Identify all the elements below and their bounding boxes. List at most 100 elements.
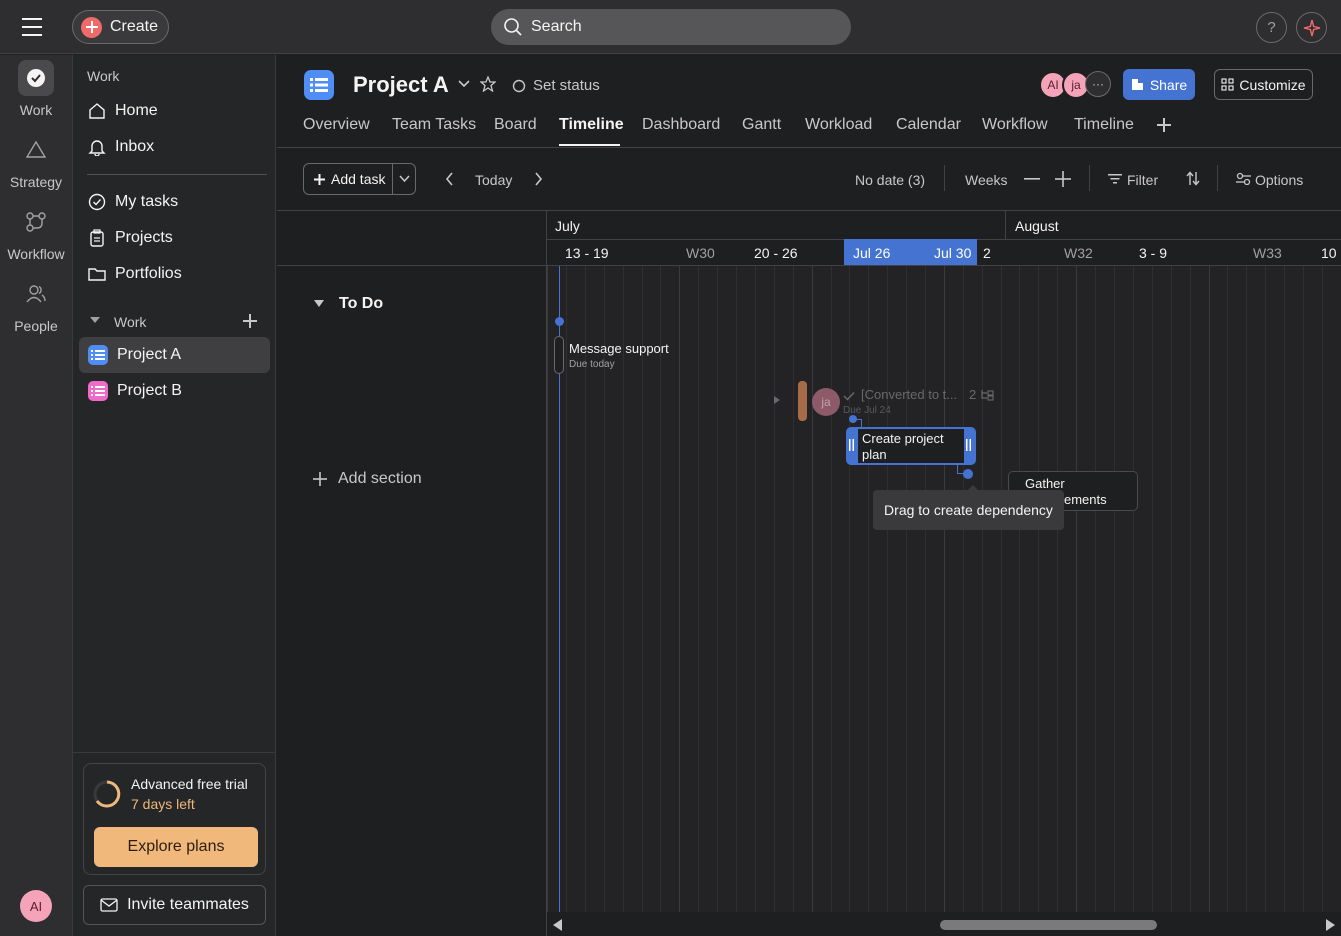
chevron-right-icon[interactable]	[534, 172, 543, 186]
scrollbar-thumb[interactable]	[940, 920, 1157, 930]
plus-icon	[313, 472, 327, 486]
filter-icon[interactable]	[1108, 173, 1122, 185]
add-tab-plus-icon[interactable]	[1156, 117, 1172, 133]
weeks-dropdown[interactable]: Weeks	[965, 172, 1008, 188]
tab-workflow[interactable]: Workflow	[982, 116, 1048, 134]
sidebar-item-inbox[interactable]: Inbox	[79, 129, 270, 165]
share-button[interactable]: Share	[1123, 69, 1195, 100]
tab-gantt[interactable]: Gantt	[742, 116, 781, 134]
resize-handle-icon[interactable]	[966, 439, 972, 451]
ai-sparkle-button[interactable]	[1296, 12, 1327, 43]
tab-board[interactable]: Board	[494, 116, 537, 134]
sidebar-item-label: Projects	[115, 229, 173, 246]
rail-item-people[interactable]: People	[0, 276, 72, 334]
options-button[interactable]: Options	[1255, 172, 1303, 188]
today-dot	[555, 317, 564, 326]
create-button[interactable]: Create	[72, 10, 169, 44]
check-circle-icon	[18, 60, 54, 96]
options-icon[interactable]	[1236, 172, 1251, 185]
task-name[interactable]: [Converted to t...	[861, 387, 957, 402]
day-gridline	[1284, 266, 1285, 936]
help-button[interactable]: ?	[1256, 12, 1287, 43]
search-input[interactable]: Search	[491, 9, 851, 45]
check-circle-icon	[88, 193, 106, 211]
assignee-avatar[interactable]: ja	[812, 388, 840, 416]
section-collapse-caret-icon[interactable]	[313, 299, 325, 308]
trial-title: Advanced free trial	[131, 776, 248, 792]
trial-card: Advanced free trial 7 days left Explore …	[83, 763, 266, 875]
today-button[interactable]: Today	[475, 172, 512, 188]
selected-task-bar[interactable]: Create project plan	[846, 427, 976, 465]
task-bar[interactable]	[798, 381, 807, 421]
hamburger-menu-icon[interactable]	[22, 16, 50, 38]
star-icon[interactable]	[480, 76, 496, 92]
week-label: 2	[983, 245, 991, 261]
expand-caret-icon[interactable]	[773, 395, 781, 405]
toolbar-divider	[1089, 165, 1090, 191]
add-project-plus-icon[interactable]	[243, 314, 257, 328]
invite-teammates-button[interactable]: Invite teammates	[83, 885, 266, 925]
tab-overview[interactable]: Overview	[303, 116, 370, 134]
chevron-left-icon[interactable]	[445, 172, 454, 186]
week-label: 13 - 19	[565, 245, 609, 261]
user-avatar[interactable]: AI	[20, 890, 52, 922]
set-status-button[interactable]: Set status	[512, 77, 600, 94]
sidebar-item-portfolios[interactable]: Portfolios	[79, 256, 270, 292]
collapse-caret-icon[interactable]	[89, 315, 101, 325]
section-title[interactable]: To Do	[339, 295, 383, 313]
sidebar-item-project-b[interactable]: Project B	[79, 373, 270, 409]
sidebar-item-my-tasks[interactable]: My tasks	[79, 184, 270, 220]
day-gridline	[925, 266, 926, 936]
day-gridline	[1001, 266, 1002, 936]
no-date-button[interactable]: No date (3)	[855, 172, 925, 188]
more-members-icon[interactable]: ···	[1085, 71, 1111, 97]
filter-button[interactable]: Filter	[1127, 172, 1158, 188]
sidebar-item-home[interactable]: Home	[79, 93, 270, 129]
resize-handle-icon[interactable]	[849, 439, 855, 451]
sidebar-item-projects[interactable]: Projects	[79, 220, 270, 256]
project-list-icon[interactable]	[304, 70, 334, 100]
check-icon[interactable]	[843, 391, 855, 401]
task-name[interactable]: Message support	[569, 341, 669, 356]
day-gridline	[1209, 266, 1210, 936]
task-name-continued: ements	[1064, 492, 1107, 507]
main-area: Project A Set status AI ja ··· Share Cus…	[277, 55, 1341, 936]
tab-timeline-2[interactable]: Timeline	[1074, 116, 1134, 134]
tab-dashboard[interactable]: Dashboard	[642, 116, 720, 134]
left-rail: Work Strategy Workflow People	[0, 55, 72, 936]
customize-button[interactable]: Customize	[1214, 69, 1313, 100]
scroll-right-arrow-icon[interactable]	[1325, 919, 1335, 931]
sidebar-item-label: Home	[115, 102, 158, 119]
task-bar[interactable]	[554, 336, 564, 374]
tab-calendar[interactable]: Calendar	[896, 116, 961, 134]
project-title[interactable]: Project A	[353, 72, 449, 98]
zoom-in-icon[interactable]	[1055, 171, 1071, 187]
chevron-down-icon[interactable]	[458, 80, 470, 88]
add-task-button[interactable]: Add task	[303, 163, 416, 195]
sidebar-item-label: Project A	[117, 346, 182, 363]
mail-icon	[100, 898, 118, 912]
scroll-left-arrow-icon[interactable]	[553, 919, 563, 931]
header-divider	[277, 147, 1341, 148]
rail-label: People	[14, 318, 58, 334]
range-start-label: Jul 26	[853, 245, 891, 261]
tab-timeline[interactable]: Timeline	[559, 116, 624, 134]
horizontal-scrollbar[interactable]	[547, 912, 1341, 936]
explore-plans-button[interactable]: Explore plans	[94, 827, 258, 867]
day-gridline	[793, 266, 794, 936]
add-section-button[interactable]: Add section	[313, 470, 422, 488]
rail-item-strategy[interactable]: Strategy	[0, 132, 72, 190]
folder-icon	[88, 265, 106, 283]
task-name[interactable]: Create project plan	[862, 431, 962, 463]
zoom-out-icon[interactable]	[1024, 178, 1040, 180]
day-gridline	[982, 266, 983, 936]
tab-team-tasks[interactable]: Team Tasks	[392, 116, 476, 134]
rail-item-work[interactable]: Work	[0, 60, 72, 118]
sort-icon[interactable]	[1186, 171, 1200, 186]
tab-workload[interactable]: Workload	[805, 116, 872, 134]
rail-label: Work	[19, 102, 53, 118]
sidebar-item-project-a[interactable]: Project A	[79, 337, 270, 373]
rail-item-workflow[interactable]: Workflow	[0, 204, 72, 262]
chevron-down-icon[interactable]	[399, 175, 410, 183]
day-gridline	[755, 266, 756, 936]
